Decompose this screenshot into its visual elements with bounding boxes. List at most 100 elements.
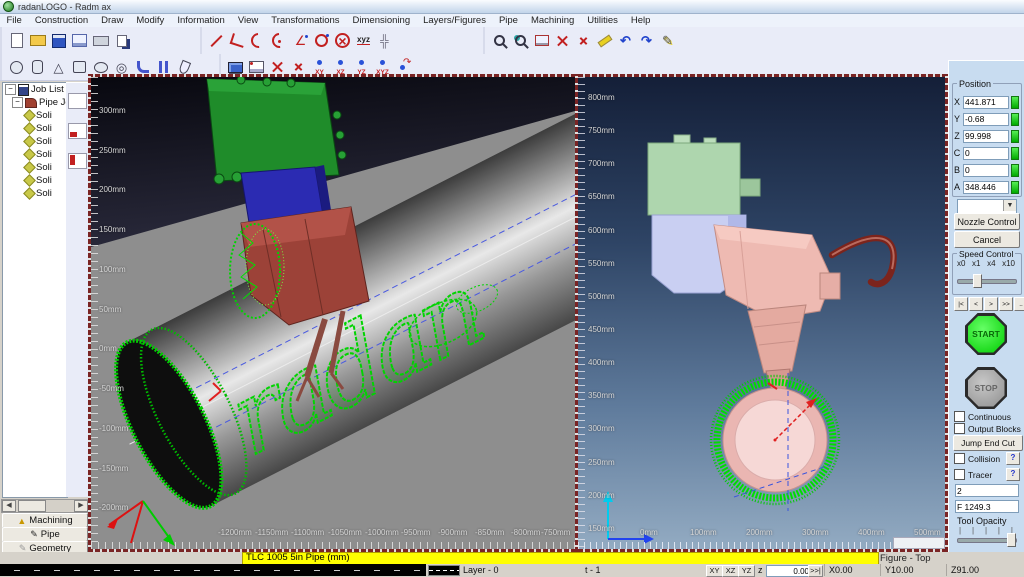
menu-dimensioning[interactable]: Dimensioning (346, 15, 417, 26)
menu-pipe[interactable]: Pipe (492, 15, 524, 26)
menu-information[interactable]: Information (171, 15, 232, 26)
tangent-lines-button[interactable] (227, 31, 248, 51)
z-value-field[interactable] (766, 565, 812, 577)
angle-construction-button[interactable]: ∠ (290, 31, 311, 51)
draw-arc-button[interactable] (248, 31, 269, 51)
plane-yz-button[interactable]: YZ (738, 565, 755, 577)
tree-item-solid[interactable]: Soli (3, 187, 67, 200)
position-y-field[interactable] (963, 113, 1009, 126)
collision-help-button[interactable]: ? (1006, 452, 1020, 465)
right-viewport-3d[interactable]: 800mm 750mm 700mm 650mm 600mm 550mm 500m… (578, 77, 945, 549)
tracer-option[interactable]: Tracer (954, 469, 992, 480)
new-file-button[interactable] (6, 31, 27, 51)
tree-item-solid[interactable]: Soli (3, 148, 67, 161)
undo-button[interactable]: ↶ (615, 31, 636, 51)
viewport-config-button-2[interactable] (68, 123, 87, 139)
menu-transformations[interactable]: Transformations (265, 15, 346, 26)
scroll-right-icon[interactable]: ▶ (74, 500, 88, 512)
menu-construction[interactable]: Construction (28, 15, 94, 26)
plane-xy-button[interactable]: XY (706, 565, 723, 577)
step-more-button[interactable]: .. (1014, 297, 1024, 311)
checkbox-icon[interactable] (954, 423, 965, 434)
stop-button[interactable]: STOP (965, 367, 1007, 409)
menu-machining[interactable]: Machining (524, 15, 580, 26)
collapse-icon[interactable]: − (12, 97, 23, 108)
jump-end-cut-button[interactable]: Jump End Cut (953, 435, 1023, 451)
viewport-config-button-1[interactable] (68, 93, 87, 109)
position-b-field[interactable] (963, 164, 1009, 177)
grid-snap-button[interactable]: ╬ (374, 31, 395, 51)
zoom-window-button[interactable] (531, 31, 552, 51)
print-setup-button[interactable] (69, 31, 90, 51)
step-fast-button[interactable]: >> (999, 297, 1013, 311)
nozzle-control-button[interactable]: Nozzle Control (954, 213, 1020, 230)
tree-item-solid[interactable]: Soli (3, 122, 67, 135)
step-back-button[interactable]: < (969, 297, 983, 311)
feed-rate-field[interactable] (955, 500, 1019, 513)
viewport-config-button-3[interactable] (68, 153, 87, 169)
open-file-button[interactable] (27, 31, 48, 51)
viewport-divider[interactable] (575, 74, 578, 552)
position-z-field[interactable] (963, 130, 1009, 143)
chevron-down-icon[interactable]: ▼ (1003, 200, 1016, 211)
tab-pipe[interactable]: ✎ Pipe (2, 527, 88, 542)
highlight-button[interactable] (594, 31, 615, 51)
checkbox-icon[interactable] (954, 411, 965, 422)
scroll-left-icon[interactable]: ◀ (2, 500, 16, 512)
z-step-button[interactable]: >>| (808, 565, 823, 577)
menu-utilities[interactable]: Utilities (581, 15, 625, 26)
zoom-button[interactable] (489, 31, 510, 51)
redo-button[interactable]: ↷ (636, 31, 657, 51)
menu-file[interactable]: File (0, 15, 28, 26)
position-c-field[interactable] (963, 147, 1009, 160)
copy-button[interactable] (111, 31, 132, 51)
output-blocks-option[interactable]: Output Blocks (954, 423, 1021, 434)
save-button[interactable] (48, 31, 69, 51)
left-viewport-3d[interactable]: radan (91, 77, 575, 549)
zoom-shrink-button[interactable] (573, 31, 594, 51)
speed-slider-track[interactable] (957, 279, 1017, 284)
pass-count-field[interactable] (955, 484, 1019, 497)
continuous-option[interactable]: Continuous (954, 411, 1011, 422)
print-button[interactable] (90, 31, 111, 51)
tree-horizontal-scrollbar[interactable]: ◀ ▶ (1, 499, 89, 513)
menu-help[interactable]: Help (624, 15, 657, 26)
menu-layers-figures[interactable]: Layers/Figures (417, 15, 493, 26)
position-a-field[interactable] (963, 181, 1009, 194)
checkbox-icon[interactable] (954, 469, 965, 480)
solid-box-button[interactable] (69, 57, 90, 77)
tree-item-solid[interactable]: Soli (3, 161, 67, 174)
scroll-thumb[interactable] (18, 500, 46, 512)
solid-cone-button[interactable]: △ (48, 57, 69, 77)
menu-draw[interactable]: Draw (95, 15, 130, 26)
solid-sphere-button[interactable] (6, 57, 27, 77)
draw-line-button[interactable] (206, 31, 227, 51)
draw-circle-button[interactable] (311, 31, 332, 51)
tree-item-solid[interactable]: Soli (3, 109, 67, 122)
zoom-all-button[interactable] (510, 31, 531, 51)
tree-item-pipe-job[interactable]: − Pipe Jo (3, 96, 67, 109)
delete-geometry-button[interactable]: × (332, 31, 353, 51)
zoom-extents-button[interactable] (552, 31, 573, 51)
solid-cylinder-button[interactable] (27, 57, 48, 77)
plane-xz-button[interactable]: XZ (722, 565, 739, 577)
menu-view[interactable]: View (231, 15, 264, 26)
menu-modify[interactable]: Modify (130, 15, 171, 26)
speed-slider-handle[interactable] (973, 274, 982, 288)
step-first-button[interactable]: |< (954, 297, 968, 311)
collapse-icon[interactable]: − (5, 84, 16, 95)
annotate-button[interactable]: ✎ (657, 31, 678, 51)
tracer-help-button[interactable]: ? (1006, 468, 1020, 481)
start-button[interactable]: START (965, 313, 1007, 355)
opacity-slider-handle[interactable] (1007, 533, 1016, 547)
coordinate-entry-button[interactable]: xyz (353, 31, 374, 51)
step-forward-button[interactable]: > (984, 297, 998, 311)
tree-item-solid[interactable]: Soli (3, 174, 67, 187)
viewport-scrollbar-corner[interactable] (893, 537, 945, 549)
tree-item-solid[interactable]: Soli (3, 135, 67, 148)
tree-item-job-list[interactable]: − Job List (3, 83, 67, 96)
collision-option[interactable]: Collision (954, 453, 1000, 464)
tab-machining[interactable]: ▲ Machining (2, 513, 88, 528)
arc-centre-button[interactable] (269, 31, 290, 51)
position-x-field[interactable] (963, 96, 1009, 109)
